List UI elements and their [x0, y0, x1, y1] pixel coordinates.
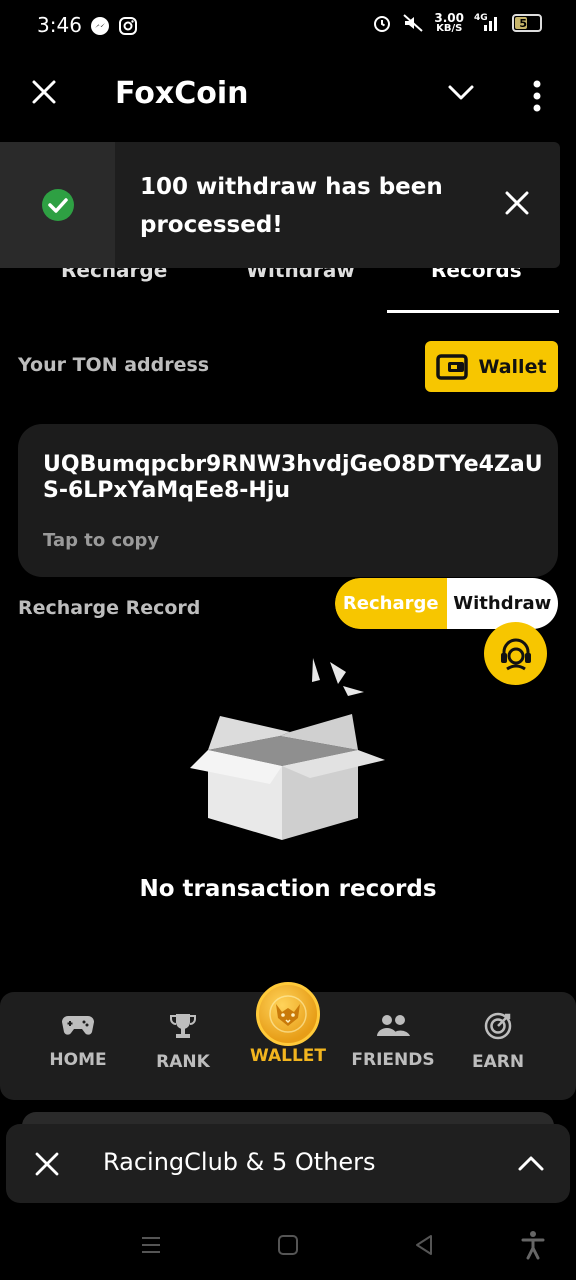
toggle-recharge[interactable]: Recharge — [335, 578, 447, 629]
records-title: Recharge Record — [18, 597, 201, 619]
wallet-button-label: Wallet — [478, 355, 547, 378]
system-nav-bar — [0, 1220, 576, 1280]
messenger-icon — [91, 17, 109, 35]
target-icon — [484, 1012, 512, 1040]
nav-home-label: HOME — [49, 1050, 107, 1070]
empty-state-text: No transaction records — [139, 876, 437, 902]
notification-close-icon[interactable] — [34, 1151, 60, 1177]
fox-coin-icon[interactable] — [256, 982, 320, 1046]
toast-close-icon[interactable] — [504, 190, 530, 216]
nav-wallet[interactable]: WALLET — [236, 1046, 340, 1066]
signal-icon: 4G — [474, 13, 502, 33]
back-icon[interactable] — [413, 1234, 435, 1256]
notification-text: RacingClub & 5 Others — [103, 1148, 376, 1176]
address-card[interactable]: UQBumqpcbr9RNW3hvdjGeO8DTYe4ZaUS-6LPxYaM… — [18, 424, 558, 577]
wallet-icon — [436, 353, 469, 380]
trophy-icon — [170, 1014, 196, 1038]
toggle-withdraw[interactable]: Withdraw — [446, 578, 558, 629]
success-toast: 100 withdraw has been processed! — [0, 142, 560, 268]
battery-icon: 51 — [512, 14, 542, 32]
toast-message: 100 withdraw has been processed! — [140, 174, 443, 238]
support-button[interactable] — [484, 622, 547, 685]
nav-rank-label: RANK — [156, 1052, 210, 1072]
people-icon — [377, 1015, 410, 1036]
status-right: 3.00 KB/S 4G 51 — [372, 12, 542, 34]
tab-active-indicator — [387, 310, 559, 313]
gamepad-icon — [62, 1016, 94, 1035]
accessibility-icon[interactable] — [520, 1230, 546, 1260]
close-icon[interactable] — [30, 78, 58, 106]
recents-icon[interactable] — [140, 1234, 162, 1256]
chevron-up-icon[interactable] — [517, 1154, 545, 1172]
more-options-icon[interactable] — [531, 80, 543, 112]
tap-to-copy[interactable]: Tap to copy — [43, 530, 159, 551]
check-circle-icon — [41, 189, 74, 221]
nav-friends[interactable]: FRIENDS — [341, 1012, 445, 1070]
nav-rank[interactable]: RANK — [131, 1012, 235, 1072]
headset-icon — [500, 638, 531, 670]
ton-address-value: UQBumqpcbr9RNW3hvdjGeO8DTYe4ZaUS-6LPxYaM… — [43, 452, 543, 503]
home-icon[interactable] — [277, 1234, 299, 1256]
app-header: FoxCoin — [0, 60, 576, 132]
chevron-down-icon[interactable] — [447, 84, 475, 102]
instagram-icon — [119, 17, 137, 35]
empty-box-illustration — [190, 658, 385, 840]
nav-earn[interactable]: EARN — [446, 1012, 550, 1072]
ton-address-label: Your TON address — [18, 354, 210, 376]
wallet-button[interactable]: Wallet — [425, 341, 558, 392]
nav-earn-label: EARN — [471, 1052, 525, 1072]
record-type-toggle: Recharge Withdraw — [335, 578, 558, 629]
status-bar: 3:46 3.00 KB/S 4G 51 — [0, 0, 576, 52]
mute-icon — [403, 14, 424, 32]
alarm-icon — [374, 16, 391, 32]
speed-unit: KB/S — [436, 23, 463, 34]
status-time: 3:46 — [37, 13, 82, 37]
toast-icon-box — [0, 142, 115, 268]
nav-home[interactable]: HOME — [26, 1012, 130, 1070]
nav-friends-label: FRIENDS — [351, 1050, 435, 1070]
page-title: FoxCoin — [115, 76, 249, 111]
notification-banner[interactable]: RacingClub & 5 Others — [6, 1124, 570, 1203]
nav-wallet-label: WALLET — [249, 1046, 327, 1066]
battery-level: 51 — [519, 16, 535, 30]
network-speed: 3.00 KB/S — [434, 12, 464, 34]
